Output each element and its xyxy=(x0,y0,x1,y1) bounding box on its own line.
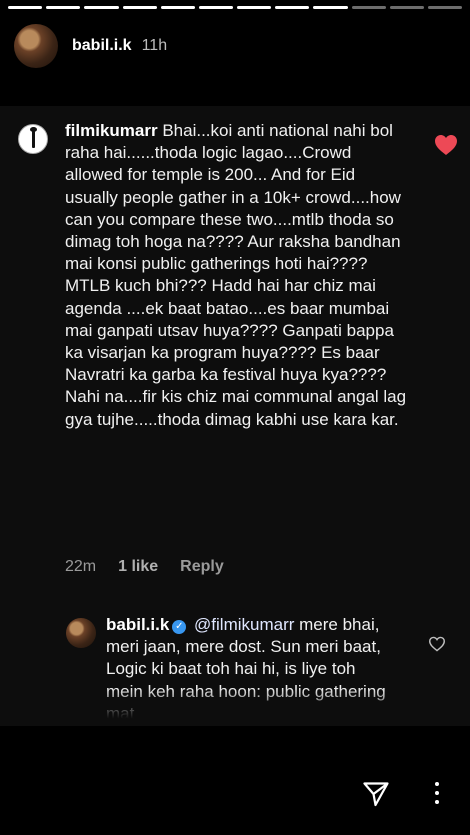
avatar[interactable] xyxy=(14,24,58,68)
reply-username[interactable]: babil.i.k xyxy=(106,615,169,634)
progress-segment xyxy=(122,6,157,9)
progress-segment xyxy=(313,6,348,9)
send-icon[interactable] xyxy=(362,780,390,808)
verified-badge-icon: ✓ xyxy=(172,620,187,634)
more-options-icon[interactable] xyxy=(432,782,442,808)
comment-text: Bhai...koi anti national nahi bol raha h… xyxy=(65,121,407,429)
story-footer xyxy=(0,726,470,835)
reply-avatar[interactable] xyxy=(66,618,96,648)
heart-outline-icon[interactable] xyxy=(428,636,446,652)
story-time: 11h xyxy=(141,37,168,54)
comment-username[interactable]: filmikumarr xyxy=(65,121,158,140)
progress-segment xyxy=(389,6,424,9)
heart-filled-icon[interactable] xyxy=(434,134,458,156)
progress-segment xyxy=(275,6,310,9)
reply-button[interactable]: Reply xyxy=(180,558,224,576)
progress-segment xyxy=(237,6,272,9)
comment-meta: 22m 1 like Reply xyxy=(65,558,224,576)
story-progress-bar xyxy=(8,6,463,9)
progress-segment xyxy=(84,6,119,9)
comment-screenshot-panel: filmikumarr Bhai...koi anti national nah… xyxy=(0,106,470,726)
story-username[interactable]: babil.i.k xyxy=(72,37,132,55)
progress-segment xyxy=(160,6,195,9)
comment-like-count[interactable]: 1 like xyxy=(118,558,158,576)
progress-segment xyxy=(46,6,81,9)
story-header: babil.i.k 11h xyxy=(14,24,167,68)
commenter-avatar[interactable] xyxy=(18,124,48,154)
progress-segment xyxy=(8,6,43,9)
progress-segment xyxy=(198,6,234,9)
progress-segment xyxy=(351,6,386,9)
reply-mention[interactable]: @filmikumarr xyxy=(194,615,294,634)
comment-body: filmikumarr Bhai...koi anti national nah… xyxy=(65,120,410,431)
progress-segment xyxy=(427,6,463,9)
panel-fade xyxy=(0,688,470,726)
comment-time: 22m xyxy=(65,558,97,575)
